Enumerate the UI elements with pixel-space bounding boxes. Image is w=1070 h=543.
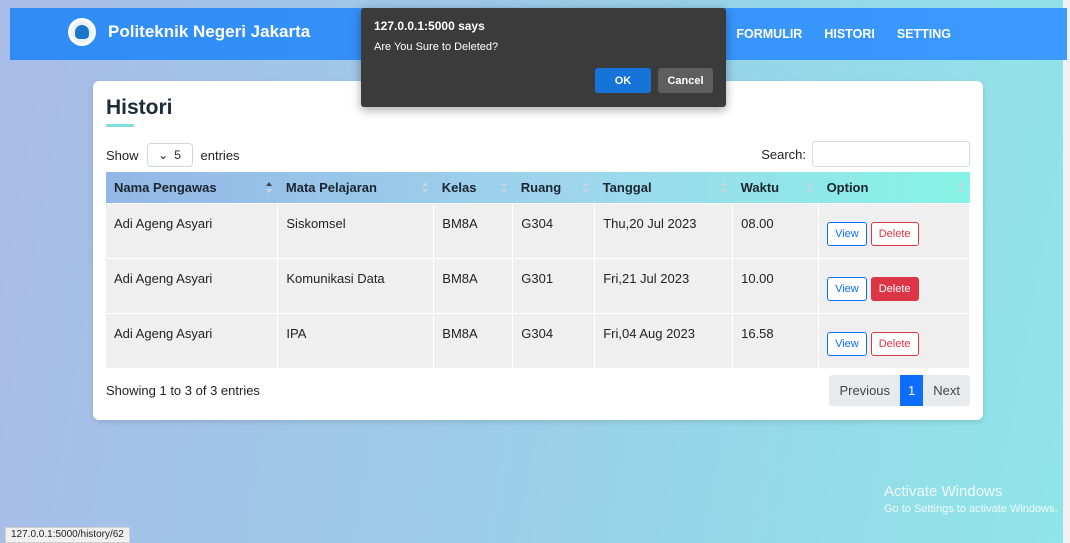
cell-waktu: 16.58 (732, 312, 820, 368)
dialog-ok-button[interactable]: OK (595, 68, 651, 93)
table-row: Adi Ageng Asyari IPA BM8A G304 Fri,04 Au… (106, 312, 970, 368)
cell-option: View Delete (818, 312, 970, 368)
pagination: Previous 1 Next (829, 375, 970, 406)
history-table: Nama Pengawas Mata Pelajaran Kelas Ruang… (106, 172, 970, 368)
col-ruang[interactable]: Ruang (513, 172, 595, 203)
cell-nama: Adi Ageng Asyari (106, 257, 279, 313)
nav-formulir[interactable]: FORMULIR (736, 27, 802, 41)
delete-button[interactable]: Delete (870, 331, 919, 356)
table-header-row: Nama Pengawas Mata Pelajaran Kelas Ruang… (106, 172, 970, 203)
history-card: Histori Show ⌄ 5 entries Search: Nama Pe… (93, 81, 983, 420)
delete-button[interactable]: Delete (870, 221, 919, 246)
nav-links: FORMULIR HISTORI SETTING (736, 8, 951, 60)
title-underline (106, 124, 134, 127)
watermark-title: Activate Windows (884, 483, 1003, 500)
cell-tanggal: Thu,20 Jul 2023 (594, 202, 734, 258)
page-1-button[interactable]: 1 (900, 375, 924, 406)
delete-button[interactable]: Delete (870, 276, 919, 301)
cell-waktu: 08.00 (732, 202, 820, 258)
cell-kelas: BM8A (433, 312, 514, 368)
cell-waktu: 10.00 (732, 257, 820, 313)
cell-mapel: Komunikasi Data (277, 257, 435, 313)
dialog-cancel-button[interactable]: Cancel (658, 68, 713, 93)
entries-select-value: 5 (174, 148, 181, 162)
table-info: Showing 1 to 3 of 3 entries (106, 383, 260, 398)
cell-nama: Adi Ageng Asyari (106, 202, 279, 258)
search-control: Search: (761, 141, 970, 167)
nav-setting[interactable]: SETTING (897, 27, 951, 41)
cell-ruang: G301 (512, 257, 596, 313)
previous-button[interactable]: Previous (829, 375, 900, 406)
cell-mapel: IPA (277, 312, 435, 368)
chevron-down-icon: ⌄ (158, 148, 169, 162)
next-button[interactable]: Next (923, 375, 970, 406)
cell-tanggal: Fri,04 Aug 2023 (594, 312, 734, 368)
show-label: Show (106, 147, 139, 163)
cell-ruang: G304 (512, 202, 596, 258)
cell-mapel: Siskomsel (277, 202, 435, 258)
campus-logo-icon (68, 18, 96, 46)
table-row: Adi Ageng Asyari Siskomsel BM8A G304 Thu… (106, 202, 970, 258)
window-scrollbar[interactable] (1063, 0, 1070, 543)
search-input[interactable] (812, 141, 970, 167)
search-label: Search: (761, 146, 806, 162)
col-kelas[interactable]: Kelas (434, 172, 513, 203)
col-waktu[interactable]: Waktu (733, 172, 819, 203)
sort-icon (500, 182, 507, 193)
sort-icon (582, 182, 589, 193)
view-button[interactable]: View (827, 331, 867, 356)
cell-kelas: BM8A (433, 202, 514, 258)
view-button[interactable]: View (827, 221, 867, 246)
brand[interactable]: Politeknik Negeri Jakarta (68, 18, 310, 46)
cell-nama: Adi Ageng Asyari (106, 312, 279, 368)
sort-icon (421, 182, 428, 193)
brand-name: Politeknik Negeri Jakarta (108, 22, 311, 41)
entries-length-control: Show ⌄ 5 entries (106, 143, 240, 167)
col-option[interactable]: Option (819, 172, 970, 203)
sort-icon (806, 182, 813, 193)
col-tanggal[interactable]: Tanggal (595, 172, 733, 203)
table-row: Adi Ageng Asyari Komunikasi Data BM8A G3… (106, 257, 970, 313)
cell-option: View Delete (818, 202, 970, 258)
link-status-bar: 127.0.0.1:5000/history/62 (5, 527, 130, 543)
entries-select[interactable]: ⌄ 5 (146, 143, 193, 167)
view-button[interactable]: View (827, 276, 867, 301)
dialog-title: 127.0.0.1:5000 says (374, 19, 485, 33)
cell-tanggal: Fri,21 Jul 2023 (594, 257, 734, 313)
confirm-dialog: 127.0.0.1:5000 says Are You Sure to Dele… (361, 8, 726, 107)
col-mata-pelajaran[interactable]: Mata Pelajaran (278, 172, 434, 203)
cell-ruang: G304 (512, 312, 596, 368)
page-title: Histori (106, 96, 173, 119)
dialog-message: Are You Sure to Deleted? (374, 41, 499, 53)
windows-activation-watermark: Activate Windows Go to Settings to activ… (884, 483, 1058, 515)
sort-icon (720, 182, 727, 193)
sort-icon (957, 182, 964, 193)
cell-kelas: BM8A (433, 257, 514, 313)
nav-histori[interactable]: HISTORI (824, 27, 874, 41)
watermark-subtitle: Go to Settings to activate Windows. (884, 503, 1058, 515)
entries-label: entries (200, 147, 240, 163)
cell-option: View Delete (818, 257, 970, 313)
sort-asc-icon (265, 182, 272, 193)
col-nama-pengawas[interactable]: Nama Pengawas (106, 172, 278, 203)
